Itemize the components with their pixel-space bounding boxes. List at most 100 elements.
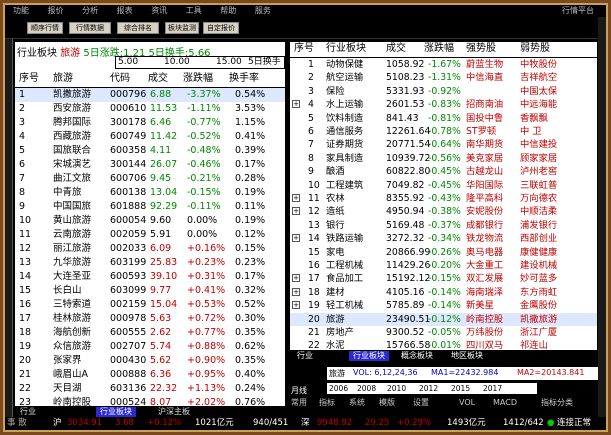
toolbar-button-5[interactable]: 自定报价 (203, 22, 239, 34)
table-row[interactable]: 4 水上运输 2601.53 -0.83% 招商南油 中远海能 + (290, 98, 597, 111)
table-row[interactable]: 7 曲江文旅 600706 9.45 -0.21% 0.28% (15, 172, 285, 186)
table-row[interactable]: 6 通信服务 12261.64 -0.78% ST罗顿 中 卫 (290, 125, 597, 138)
menu-item[interactable]: 功能 (5, 5, 37, 17)
col-header-change[interactable]: 涨跌幅 (424, 42, 454, 56)
btn-indicator[interactable]: 指标 (319, 397, 335, 409)
table-row[interactable]: 20 旅游 23490.51 -0.12% 岭南控股 凯撒旅游 (290, 312, 597, 326)
table-row[interactable]: 17 桂林旅游 000978 5.63 +0.72% 0.30% (15, 312, 285, 326)
expand-icon[interactable]: + (292, 234, 300, 243)
expand-icon[interactable]: + (292, 100, 300, 109)
table-row[interactable]: 11 农林 8355.92 -0.43% 隆平高科 万向德农 + (290, 192, 597, 205)
expand-icon[interactable]: + (292, 301, 300, 310)
row-index: 4 (308, 99, 314, 111)
menu-item[interactable]: 资讯 (143, 5, 175, 17)
stock-name: 长白山 (53, 285, 82, 296)
table-row[interactable]: 13 银行 5169.48 -0.37% 成都银行 浦发银行 (290, 219, 597, 232)
table-row[interactable]: 14 大连圣亚 600593 39.10 +0.31% 0.17% (15, 270, 285, 284)
table-row[interactable]: 12 造纸 4950.94 -0.38% 安妮股份 中顺洁柔 + (290, 205, 597, 218)
table-row[interactable]: 16 工程机械 11429.26 -0.20% 大金重工 建设机械 (290, 259, 597, 272)
col-header-index[interactable]: 序号 (19, 72, 39, 86)
left-sidebar[interactable] (5, 39, 13, 417)
period-label[interactable]: 月线 (291, 385, 307, 396)
row-index: 6 (19, 159, 26, 170)
table-row[interactable]: 2 西安旅游 000610 11.53 -1.11% 3.53% (15, 102, 285, 116)
table-row[interactable]: 10 工程建筑 7049.82 -0.45% 华阳国际 三联虹普 (290, 179, 597, 192)
toolbar-button-2[interactable]: 行情数据 (69, 22, 111, 34)
tab-industry[interactable]: 行业 (16, 407, 40, 417)
col-header-volume[interactable]: 成交 (386, 42, 406, 56)
table-row[interactable]: 15 家电 20866.99 -0.26% 奥马电器 康健健康 (290, 246, 597, 259)
table-row[interactable]: 12 丽江旅游 002033 6.09 +0.16% 0.15% (15, 242, 285, 256)
table-row[interactable]: 23 岭南控股 000524 8.07 +2.02% 0.76% (15, 396, 285, 406)
expand-icon[interactable]: + (292, 207, 300, 216)
col-header-strong[interactable]: 强势股 (466, 42, 496, 56)
col-header-change[interactable]: 涨跌幅 (183, 72, 213, 86)
menu-item[interactable]: 工具 (178, 5, 210, 17)
table-row[interactable]: 3 腾邦国际 300178 6.46 -0.77% 1.15% (15, 116, 285, 130)
toolbar-button-1[interactable]: 顺序行情 (27, 22, 63, 34)
table-row[interactable]: 22 天目湖 603136 22.32 +1.13% 0.24% (15, 382, 285, 396)
table-row[interactable]: 9 中国国旅 601888 92.29 -0.11% 0.11% (15, 200, 285, 214)
table-row[interactable]: 19 轻工机械 5785.89 -0.14% 新美星 金鹰股份 + (290, 299, 597, 312)
btn-indicator-category[interactable]: 指标分类 (541, 397, 573, 409)
col-header-weak[interactable]: 弱势股 (520, 42, 550, 56)
table-row[interactable]: 16 三特索道 002159 15.04 +0.53% 0.52% (15, 298, 285, 312)
table-row[interactable]: 11 云南旅游 002059 5.91 0.00% 0.12% (15, 228, 285, 242)
table-row[interactable]: 10 黄山旅游 600054 9.60 0.00% 0.19% (15, 214, 285, 228)
col-header-sector[interactable]: 行业板块 (326, 42, 366, 56)
btn-template[interactable]: 模版 (379, 397, 395, 409)
table-row[interactable]: 1 凯撒旅游 000796 6.88 -3.37% 0.54% (15, 88, 285, 102)
table-row[interactable]: 8 中青旅 600138 13.04 -0.15% 0.19% (15, 186, 285, 200)
tab-industry-sector[interactable]: 行业板块 (349, 351, 389, 361)
table-row[interactable]: 15 长白山 603099 9.77 +0.41% 0.32% (15, 284, 285, 298)
btn-vol[interactable]: VOL (459, 397, 475, 409)
table-row[interactable]: 7 证券期货 20771.54 -0.64% 南华期货 中信建投 (290, 138, 597, 151)
table-row[interactable]: 21 峨眉山A 000888 6.36 +0.95% 0.40% (15, 368, 285, 382)
table-row[interactable]: 21 房地产 9300.52 -0.05% 万纬股份 浙江广厦 (290, 326, 597, 339)
right-sidebar[interactable] (598, 17, 606, 417)
menu-item[interactable]: 服务 (247, 5, 279, 17)
table-row[interactable]: 8 家具制造 10939.72 -0.56% 美克家居 顾家家居 (290, 152, 597, 165)
btn-system[interactable]: 系统 (349, 397, 365, 409)
table-row[interactable]: 3 保险 5331.93 -0.92% 中国太保 (290, 85, 597, 98)
table-row[interactable]: 18 海航创新 600555 2.62 +0.77% 0.35% (15, 326, 285, 340)
table-row[interactable]: 18 建材 4105.16 -0.14% 海南瑞泽 东方雨虹 + (290, 286, 597, 299)
table-row[interactable]: 13 九华旅游 603199 25.83 +0.23% 0.23% (15, 256, 285, 270)
table-row[interactable]: 1 动物保健 1058.92 -1.67% 蔚蓝生物 中牧股份 (290, 58, 597, 71)
tab-industry-sector[interactable]: 行业板块 (96, 407, 136, 417)
table-row[interactable]: 2 航空运输 5108.23 -1.31% 中信海直 吉祥航空 (290, 71, 597, 84)
table-row[interactable]: 14 铁路运输 3272.32 -0.34% 铁龙物流 西部创业 + (290, 232, 597, 245)
strong-stock: 蔚蓝生物 (466, 59, 504, 70)
table-row[interactable]: 9 酿酒 60822.80 -0.45% 古越龙山 泸州老窖 (290, 165, 597, 178)
col-header-price[interactable]: 成交 (148, 72, 168, 86)
expand-icon[interactable]: + (292, 287, 300, 296)
tab-main-board[interactable]: 沪深主板 (154, 407, 194, 417)
menu-item[interactable]: 分析 (74, 5, 106, 17)
expand-icon[interactable]: + (292, 194, 300, 202)
menu-item[interactable]: 报价 (40, 5, 72, 17)
table-row[interactable]: 6 宋城演艺 300144 26.07 -0.46% 0.17% (15, 158, 285, 172)
menu-item[interactable]: 帮助 (212, 5, 244, 17)
tab-region-sector[interactable]: 地区板块 (447, 351, 487, 361)
toolbar-button-3[interactable]: 综合排名 (117, 22, 159, 34)
col-header-turnover[interactable]: 换手率 (229, 72, 259, 86)
table-row[interactable]: 4 西藏旅游 600749 11.42 -0.52% 0.41% (15, 130, 285, 144)
stock-turnover: 0.32% (235, 285, 266, 296)
table-row[interactable]: 19 众信旅游 002707 5.74 +0.88% 0.62% (15, 340, 285, 354)
tab-industry[interactable]: 行业 (293, 351, 317, 361)
toolbar-button-4[interactable]: 板块监测 (165, 22, 199, 34)
col-header-code[interactable]: 代码 (110, 72, 130, 86)
btn-settings[interactable]: 设置 (413, 397, 429, 409)
table-row[interactable]: 20 张家界 000430 5.62 +0.90% 0.35% (15, 354, 285, 368)
table-row[interactable]: 5 饮料制造 841.43 -0.81% 国投中鲁 香飘飘 (290, 112, 597, 125)
tab-concept-sector[interactable]: 概念板块 (397, 351, 437, 361)
btn-macd[interactable]: MACD (493, 397, 517, 409)
table-row[interactable]: 17 食品加工 15192.12 -0.15% 双汇发展 妙可蓝多 + (290, 272, 597, 285)
col-header-index[interactable]: 序号 (294, 42, 314, 56)
menu-item[interactable]: 报表 (109, 5, 141, 17)
expand-icon[interactable]: + (292, 274, 300, 283)
table-row[interactable]: 22 水泥 15766.58 -0.01% 四川双马 祁连山 (290, 339, 597, 350)
table-row[interactable]: 5 国旅联合 600358 4.11 -0.48% 0.39% (15, 144, 285, 158)
col-header-name[interactable]: 旅游 (53, 72, 73, 86)
btn-common[interactable]: 常用 (291, 397, 307, 409)
